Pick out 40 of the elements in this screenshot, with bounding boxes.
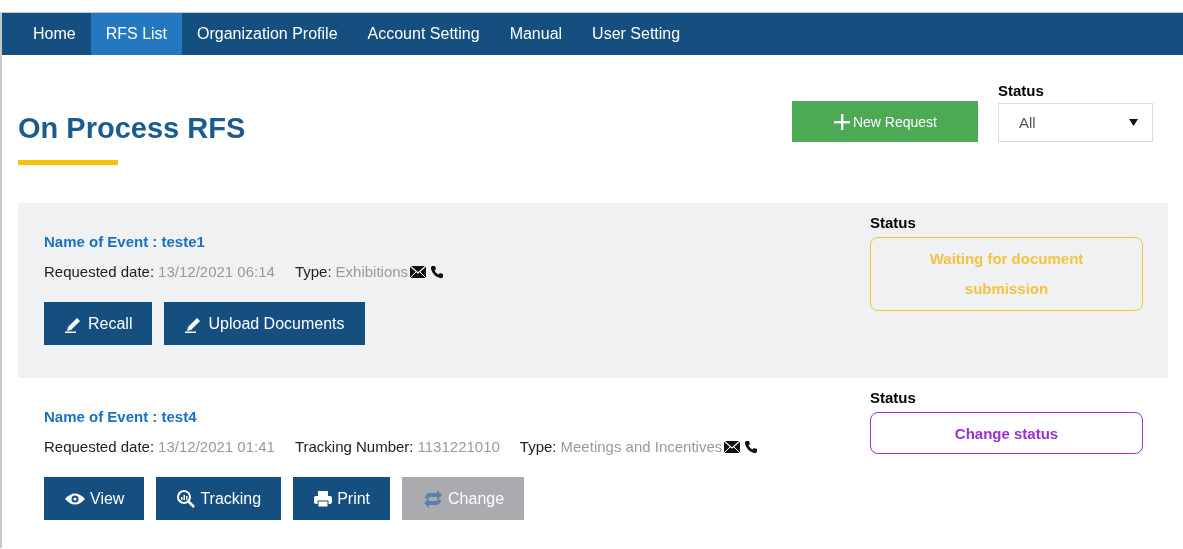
action-button[interactable]: Upload Documents: [164, 302, 365, 345]
detail-label: Tracking Number:: [294, 438, 414, 455]
phone-icon: [744, 439, 759, 454]
action-button[interactable]: View: [44, 477, 145, 520]
status-dropdown[interactable]: All: [998, 103, 1153, 142]
printer-icon: [313, 489, 334, 508]
nav-tab[interactable]: Manual: [494, 13, 578, 55]
action-button[interactable]: Recall: [44, 302, 153, 345]
eye-icon: [64, 491, 86, 506]
nav-tab[interactable]: Account Setting: [352, 13, 495, 55]
envelope-icon: [724, 440, 741, 453]
detail-value: 13/12/2021 01:41: [158, 438, 275, 455]
detail-value: 1131221010: [417, 438, 500, 455]
change-status-button[interactable]: Change status: [870, 412, 1143, 454]
event-name: Name of Event : test4: [44, 408, 198, 425]
detail-label: Type:: [294, 263, 332, 280]
nav-tab[interactable]: Home: [18, 13, 91, 55]
status-label: Status: [870, 214, 917, 231]
swap-arrows-icon: [422, 488, 445, 509]
detail-label: Requested date:: [44, 438, 155, 455]
detail-value: Meetings and Incentives: [560, 438, 723, 455]
event-name: Name of Event : teste1: [44, 233, 206, 250]
search-icon: [176, 488, 197, 509]
envelope-icon: [410, 265, 427, 278]
detail-label: Requested date:: [44, 263, 155, 280]
status-label: Status: [870, 389, 917, 406]
nav-tab[interactable]: User Setting: [577, 13, 696, 55]
action-button[interactable]: Print: [293, 477, 391, 520]
plus-icon: [832, 112, 851, 131]
nav-tab[interactable]: RFS List: [90, 13, 183, 55]
action-button[interactable]: Tracking: [156, 477, 282, 520]
page-title: On Process RFS: [18, 112, 247, 145]
status-badge: Waiting for document submission: [870, 237, 1143, 311]
caret-icon: [1129, 119, 1138, 126]
filter-label: Status: [998, 82, 1045, 99]
detail-value: Exhibitions: [335, 263, 409, 280]
detail-label: Type:: [519, 438, 557, 455]
detail-value: 13/12/2021 06:14: [158, 263, 275, 280]
nav-tab[interactable]: Organization Profile: [182, 13, 353, 55]
phone-icon: [430, 264, 445, 279]
